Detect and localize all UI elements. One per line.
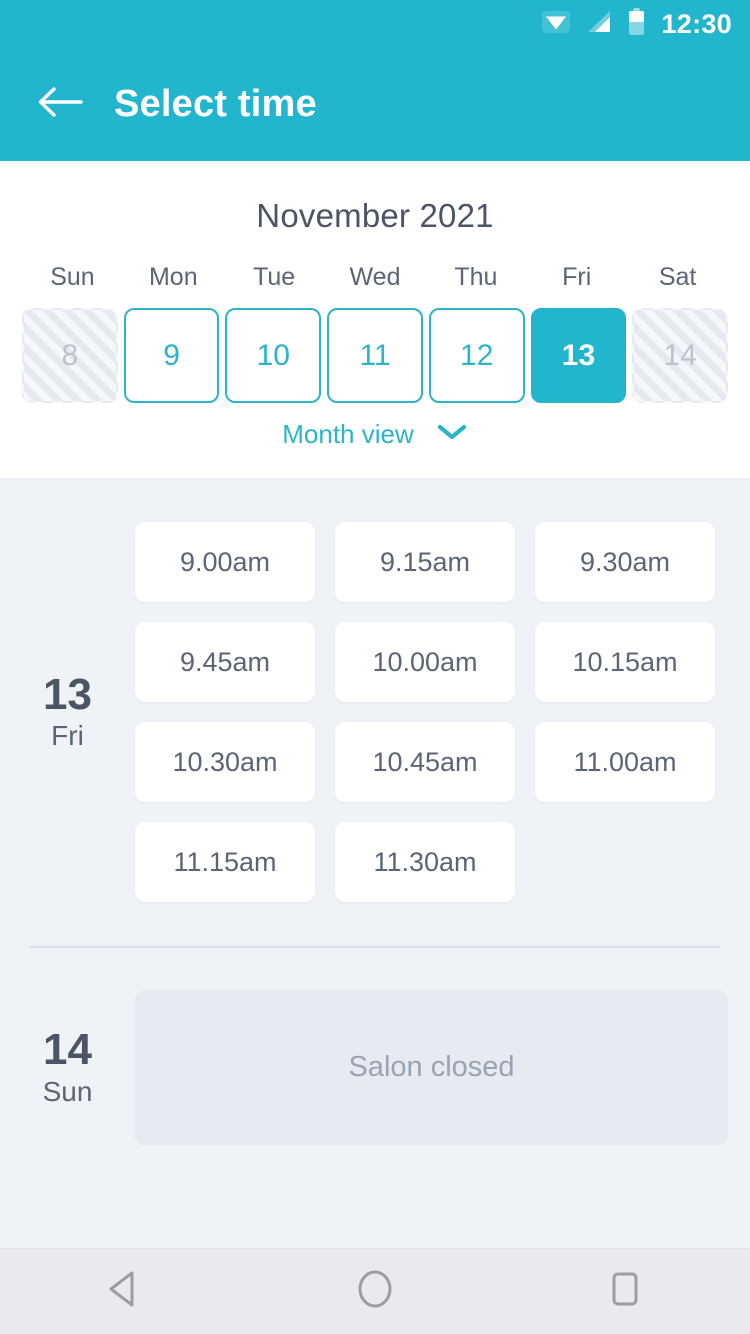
weekday-header-sat: Sat: [658, 263, 697, 291]
android-home-circle-icon: [354, 1267, 396, 1316]
weekday-header-sun: Sun: [50, 263, 95, 291]
weekday-header-wed: Wed: [349, 263, 401, 291]
nav-back-button[interactable]: [70, 1249, 180, 1334]
nav-recents-button[interactable]: [570, 1249, 680, 1334]
day-group-14-label: 14 Sun: [0, 990, 135, 1145]
arrow-left-icon: [37, 85, 83, 124]
page-title: Select time: [114, 83, 317, 125]
time-slot[interactable]: 10.30am: [135, 722, 315, 802]
time-slot[interactable]: 11.15am: [135, 822, 315, 902]
calendar-month-label: November 2021: [256, 197, 494, 234]
weekday-header-mon: Mon: [148, 263, 198, 291]
day-group-13-number: 13: [43, 669, 92, 719]
app-bar: Select time: [0, 48, 750, 161]
time-slot[interactable]: 11.30am: [335, 822, 515, 902]
nav-home-button[interactable]: [320, 1249, 430, 1334]
day-group-13-label: 13 Fri: [0, 522, 135, 902]
day-group-13-slots-grid: 9.00am 9.15am 9.30am 9.45am 10.00am 10.1…: [135, 522, 728, 902]
day-group-13-weekday: Fri: [51, 720, 84, 752]
day-group-13: 13 Fri 9.00am 9.15am 9.30am 9.45am 10.00…: [0, 478, 750, 902]
time-slots-content: 13 Fri 9.00am 9.15am 9.30am 9.45am 10.00…: [0, 478, 750, 1248]
android-back-triangle-icon: [105, 1268, 145, 1315]
android-navigation-bar: [0, 1248, 750, 1334]
day-group-13-slots-wrap: 9.00am 9.15am 9.30am 9.45am 10.00am 10.1…: [135, 522, 750, 902]
day-group-14-number: 14: [43, 1025, 92, 1075]
month-view-toggle[interactable]: Month view: [0, 419, 750, 450]
time-slot[interactable]: 9.15am: [335, 522, 515, 602]
calendar-day-13[interactable]: 13: [530, 308, 627, 403]
weekday-header-tue: Tue: [253, 263, 296, 291]
cellular-signal-icon: [586, 10, 612, 39]
day-group-14-weekday: Sun: [42, 1075, 93, 1107]
time-slot[interactable]: 11.00am: [535, 722, 715, 802]
time-slot[interactable]: 9.45am: [135, 622, 315, 702]
time-slot[interactable]: 10.00am: [335, 622, 515, 702]
day-group-14: 14 Sun Salon closed: [0, 948, 750, 1145]
time-slot[interactable]: 9.00am: [135, 522, 315, 602]
android-recents-square-icon: [606, 1268, 644, 1315]
calendar-day-11[interactable]: 11: [327, 308, 423, 403]
calendar-day-10[interactable]: 10: [225, 308, 322, 403]
wifi-icon: [542, 10, 571, 38]
calendar-day-9[interactable]: 9: [123, 308, 220, 403]
calendar-weekday-header-row: Sun Mon Tue Wed Thu Fri Sat: [0, 263, 750, 292]
phone-screen: 12:30 Select time November 2021 Sun Mon …: [0, 0, 750, 1334]
day-group-14-slots-wrap: Salon closed: [135, 990, 750, 1145]
calendar-day-12[interactable]: 12: [428, 308, 525, 403]
calendar-day-14: 14: [632, 308, 728, 403]
back-button[interactable]: [20, 65, 100, 145]
battery-icon: [628, 7, 645, 41]
weekday-header-thu: Thu: [454, 263, 498, 291]
calendar-day-8: 8: [22, 308, 118, 403]
time-slot[interactable]: 10.45am: [335, 722, 515, 802]
weekday-header-fri: Fri: [562, 263, 592, 291]
salon-closed-banner: Salon closed: [135, 990, 728, 1145]
status-bar: 12:30: [0, 0, 750, 48]
time-slot[interactable]: 10.15am: [535, 622, 715, 702]
status-bar-clock: 12:30: [661, 8, 732, 39]
time-slot[interactable]: 9.30am: [535, 522, 715, 602]
calendar-panel: November 2021 Sun Mon Tue Wed Thu Fri Sa…: [0, 161, 750, 478]
calendar-day-row: 8 9 10 11 12 13 14: [0, 308, 750, 403]
status-bar-icons: [542, 7, 645, 41]
month-view-label: Month view: [282, 419, 414, 449]
chevron-down-icon: [436, 422, 468, 447]
